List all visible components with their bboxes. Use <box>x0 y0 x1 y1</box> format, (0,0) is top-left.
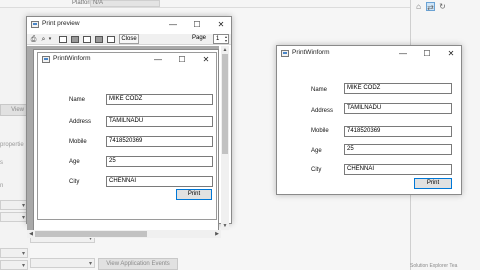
city-label: City <box>69 179 80 185</box>
minimize-button[interactable]: — <box>161 17 185 33</box>
page-number-stepper[interactable]: 1 ▴ ▾ <box>213 34 229 44</box>
name-field[interactable]: MIKE CODZ <box>344 83 452 94</box>
window-title: Print preview <box>42 20 80 27</box>
preview-page: PrintWinform — ☐ ✕ Name MIKE CODZ Addres… <box>33 49 219 230</box>
three-pages-icon[interactable] <box>83 36 91 43</box>
spin-arrows-icon[interactable]: ▴ ▾ <box>225 35 227 43</box>
left-combo-1[interactable]: ▾ <box>0 200 28 210</box>
minimize-icon: — <box>154 55 162 64</box>
mobile-field[interactable]: 7418520369 <box>344 126 452 137</box>
scroll-right-icon[interactable]: ▶ <box>213 230 221 238</box>
preview-form-image: PrintWinform — ☐ ✕ Name MIKE CODZ Addres… <box>37 52 217 220</box>
chevron-down-icon: ▾ <box>88 261 92 267</box>
close-icon: ✕ <box>202 55 210 64</box>
print-preview-toolbar: ⎙ ⌕ ▾ Close Page 1 ▴ ▾ <box>27 34 231 45</box>
scroll-left-icon[interactable]: ◀ <box>27 230 35 238</box>
name-label: Name <box>69 97 86 103</box>
printwinform-window: PrintWinform — ☐ ✕ Name MIKE CODZ Addres… <box>276 45 462 195</box>
chevron-down-icon: ▾ <box>21 251 25 257</box>
mobile-label: Mobile <box>69 139 87 145</box>
printwinform-titlebar[interactable]: PrintWinform — ☐ ✕ <box>277 46 461 62</box>
side-text-n: n <box>0 183 4 189</box>
print-icon[interactable]: ⎙ <box>29 35 38 44</box>
print-button[interactable]: Print <box>414 178 452 189</box>
scroll-down-icon[interactable]: ▼ <box>221 222 229 230</box>
address-field[interactable]: TAMILNADU <box>344 103 452 114</box>
close-button[interactable]: ✕ <box>439 46 463 62</box>
chevron-down-icon: ▾ <box>21 215 25 221</box>
city-field[interactable]: CHENNAI <box>344 164 452 175</box>
side-text-properties: propertie <box>0 142 24 148</box>
name-field: MIKE CODZ <box>106 94 213 105</box>
left-combo-2[interactable]: ▾ <box>0 212 28 222</box>
age-field: 25 <box>106 156 213 167</box>
age-label: Age <box>69 159 80 165</box>
one-page-icon[interactable] <box>59 36 67 43</box>
page-number-value: 1 <box>216 36 220 42</box>
vertical-scrollbar[interactable]: ▲ ▼ <box>221 46 229 230</box>
view-button[interactable]: View <box>0 104 28 116</box>
preview-canvas: PrintWinform — ☐ ✕ Name MIKE CODZ Addres… <box>27 46 219 230</box>
sync-icon[interactable]: ⇄ <box>426 2 435 12</box>
mobile-field: 7418520369 <box>106 136 213 147</box>
home-icon[interactable]: ⌂ <box>414 2 423 11</box>
app-icon <box>42 56 50 63</box>
maximize-icon: ☐ <box>178 55 186 64</box>
close-button[interactable]: ✕ <box>209 17 233 33</box>
age-field[interactable]: 25 <box>344 144 452 155</box>
solution-explorer-tab[interactable]: Solution Explorer Tea <box>410 263 457 269</box>
print-preview-titlebar[interactable]: Print preview — ☐ ✕ <box>27 17 231 33</box>
four-pages-icon[interactable] <box>95 36 103 43</box>
maximize-button[interactable]: ☐ <box>415 46 439 62</box>
platforms-select[interactable]: N/A <box>90 0 160 7</box>
horizontal-scrollbar[interactable]: ◀ ▶ <box>27 230 221 238</box>
side-text-s: s <box>0 160 3 166</box>
two-pages-icon[interactable] <box>71 36 79 43</box>
city-label: City <box>311 167 322 173</box>
print-preview-window: Print preview — ☐ ✕ ⎙ ⌕ ▾ Close Page 1 ▴… <box>26 16 232 238</box>
left-combo-3[interactable]: ▾ <box>0 248 28 258</box>
address-label: Address <box>69 119 92 125</box>
minimize-button[interactable]: — <box>391 46 415 62</box>
six-pages-icon[interactable] <box>107 36 115 43</box>
pending-changes-icon[interactable]: ↻ <box>438 2 447 11</box>
window-title: PrintWinform <box>292 49 330 56</box>
left-combo-4[interactable]: ▾ <box>0 260 28 270</box>
chevron-down-icon: ▾ <box>21 203 25 209</box>
page-label: Page <box>192 35 207 41</box>
vertical-scroll-thumb[interactable] <box>222 54 228 154</box>
age-label: Age <box>311 148 322 154</box>
name-label: Name <box>311 87 328 93</box>
scroll-up-icon[interactable]: ▲ <box>221 46 229 54</box>
bottom-combo-2[interactable]: ▾ <box>30 258 95 268</box>
view-application-events-button[interactable]: View Application Events <box>98 258 178 270</box>
mobile-label: Mobile <box>311 128 329 134</box>
horizontal-scroll-thumb[interactable] <box>35 231 147 237</box>
preview-form-titlebar: PrintWinform — ☐ ✕ <box>38 53 216 67</box>
app-icon <box>281 50 289 57</box>
app-icon <box>31 21 39 28</box>
maximize-button[interactable]: ☐ <box>185 17 209 33</box>
preview-close-button[interactable]: Close <box>119 34 139 44</box>
city-field: CHENNAI <box>106 176 213 187</box>
preview-form-title: PrintWinform <box>53 55 91 62</box>
address-field: TAMILNADU <box>106 116 213 127</box>
chevron-down-icon: ▾ <box>21 263 25 269</box>
chevron-down-icon[interactable]: ▾ <box>47 35 53 44</box>
address-label: Address <box>311 108 334 114</box>
solution-explorer-toolbar: ⌂ ⇄ ↻ <box>414 2 447 12</box>
print-button-image: Print <box>176 189 212 200</box>
